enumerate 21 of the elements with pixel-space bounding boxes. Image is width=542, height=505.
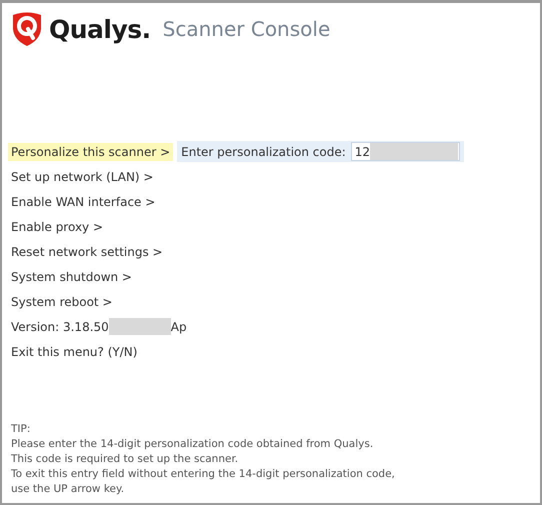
tip-text: To exit this entry field without entering the 14-digit personalization code,: [11, 467, 396, 482]
menu-item[interactable]: Personalize this scanner >: [8, 142, 174, 160]
tip-text: TIP:: [11, 422, 32, 437]
product-name: Scanner Console: [162, 17, 330, 41]
version-text: Version: 3.18.50: [11, 320, 109, 334]
redaction-bar: [108, 318, 171, 335]
menu-item[interactable]: Enable WAN interface >: [8, 192, 158, 210]
version-text: Ap: [170, 320, 187, 334]
logo-icon: [11, 11, 43, 47]
menu-item[interactable]: Set up network (LAN) >: [8, 168, 156, 186]
tip-text: Please enter the 14-digit personalization code obtained from Qualys.: [11, 437, 374, 452]
menu-item[interactable]: System reboot >: [8, 292, 116, 310]
tip-text: use the UP arrow key.: [11, 482, 126, 497]
menu-item[interactable]: Enable proxy >: [8, 218, 106, 236]
code-field[interactable]: 12: [350, 142, 460, 161]
exit-prompt: Exit this menu? (Y/N): [11, 344, 138, 358]
tip-text: This code is required to set up the scanner.: [11, 452, 240, 467]
menu-item[interactable]: System shutdown >: [8, 268, 135, 286]
brand-name: Qualys.: [49, 14, 151, 44]
menu-item[interactable]: Reset network settings >: [8, 242, 166, 260]
prompt-label: Enter personalization code:: [181, 144, 346, 158]
